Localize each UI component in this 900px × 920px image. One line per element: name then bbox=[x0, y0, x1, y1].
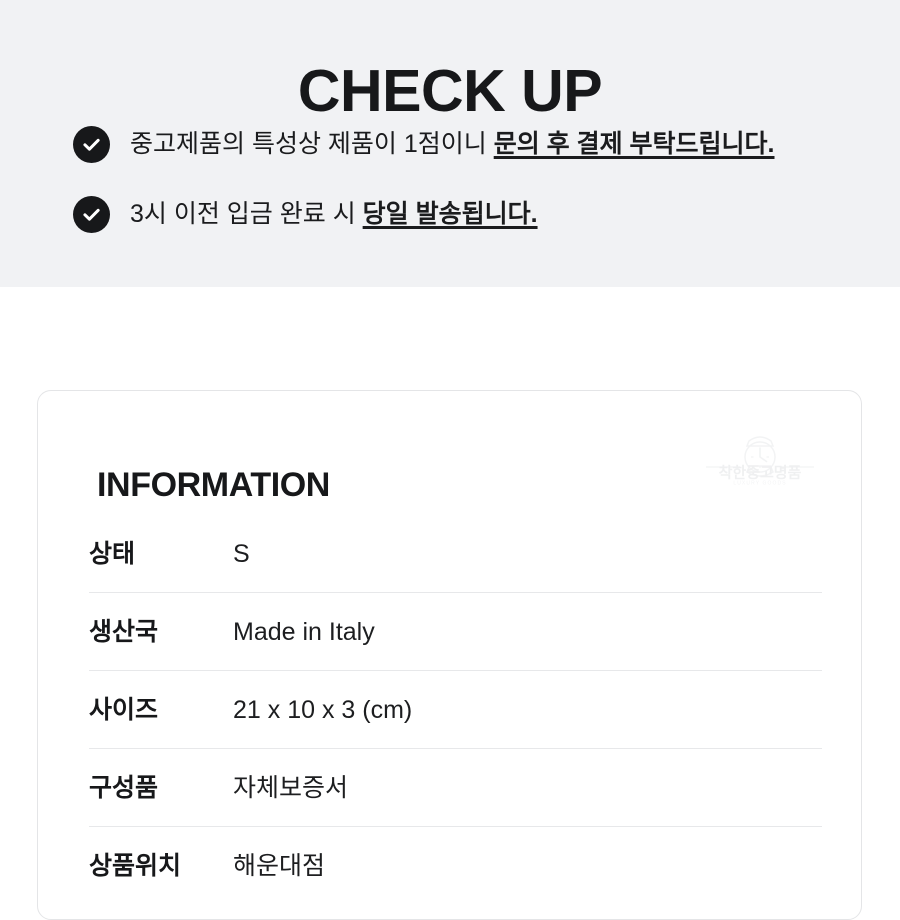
info-value-size: 21 x 10 x 3 (cm) bbox=[233, 695, 413, 724]
svg-text:착한중고명품: 착한중고명품 bbox=[719, 464, 802, 482]
info-label-location: 상품위치 bbox=[89, 852, 182, 880]
product-detail-page: CHECK UP 중고제품의 특성상 제품이 1점이니 문의 후 결제 부탁드립… bbox=[0, 0, 900, 920]
check-up-item-1: 중고제품의 특성상 제품이 1점이니 문의 후 결제 부탁드립니다. bbox=[73, 116, 873, 172]
table-row: 상태 S bbox=[89, 515, 822, 593]
information-card: INFORMATION 착한중고명품 LUXURY GOODS 상태 S 생산국… bbox=[37, 390, 862, 920]
info-label-size: 사이즈 bbox=[89, 695, 159, 724]
info-label-condition: 상태 bbox=[89, 539, 136, 568]
check-up-item-1-text-plain: 중고제품의 특성상 제품이 1점이니 bbox=[130, 130, 494, 158]
info-value-location: 해운대점 bbox=[233, 852, 326, 880]
check-up-item-2-text-plain: 3시 이전 입금 완료 시 bbox=[130, 200, 363, 228]
info-value-components: 자체보증서 bbox=[233, 773, 349, 802]
check-up-item-1-text: 중고제품의 특성상 제품이 1점이니 문의 후 결제 부탁드립니다. bbox=[130, 127, 775, 161]
information-table: 상태 S 생산국 Made in Italy 사이즈 21 x 10 x 3 (… bbox=[89, 515, 822, 905]
table-row: 사이즈 21 x 10 x 3 (cm) bbox=[89, 671, 822, 749]
svg-text:LUXURY GOODS: LUXURY GOODS bbox=[733, 481, 786, 487]
info-value-origin: Made in Italy bbox=[233, 617, 375, 646]
check-up-section: CHECK UP 중고제품의 특성상 제품이 1점이니 문의 후 결제 부탁드립… bbox=[0, 0, 900, 287]
check-circle-icon bbox=[73, 195, 110, 233]
check-up-item-2: 3시 이전 입금 완료 시 당일 발송됩니다. bbox=[73, 186, 873, 242]
check-circle-icon bbox=[73, 125, 110, 163]
watch-logo-icon: 착한중고명품 LUXURY GOODS bbox=[701, 424, 819, 486]
info-label-components: 구성품 bbox=[89, 773, 159, 802]
check-up-list: 중고제품의 특성상 제품이 1점이니 문의 후 결제 부탁드립니다. 3시 이전… bbox=[73, 116, 873, 256]
info-label-origin: 생산국 bbox=[89, 617, 159, 646]
table-row: 상품위치 해운대점 bbox=[89, 827, 822, 905]
information-heading: INFORMATION bbox=[97, 466, 330, 505]
check-up-item-1-text-emphasis: 문의 후 결제 부탁드립니다. bbox=[493, 130, 775, 158]
table-row: 구성품 자체보증서 bbox=[89, 749, 822, 827]
check-up-item-2-text: 3시 이전 입금 완료 시 당일 발송됩니다. bbox=[130, 197, 538, 231]
table-row: 생산국 Made in Italy bbox=[89, 593, 822, 671]
info-value-condition: S bbox=[233, 539, 250, 568]
check-up-item-2-text-emphasis: 당일 발송됩니다. bbox=[362, 200, 538, 228]
